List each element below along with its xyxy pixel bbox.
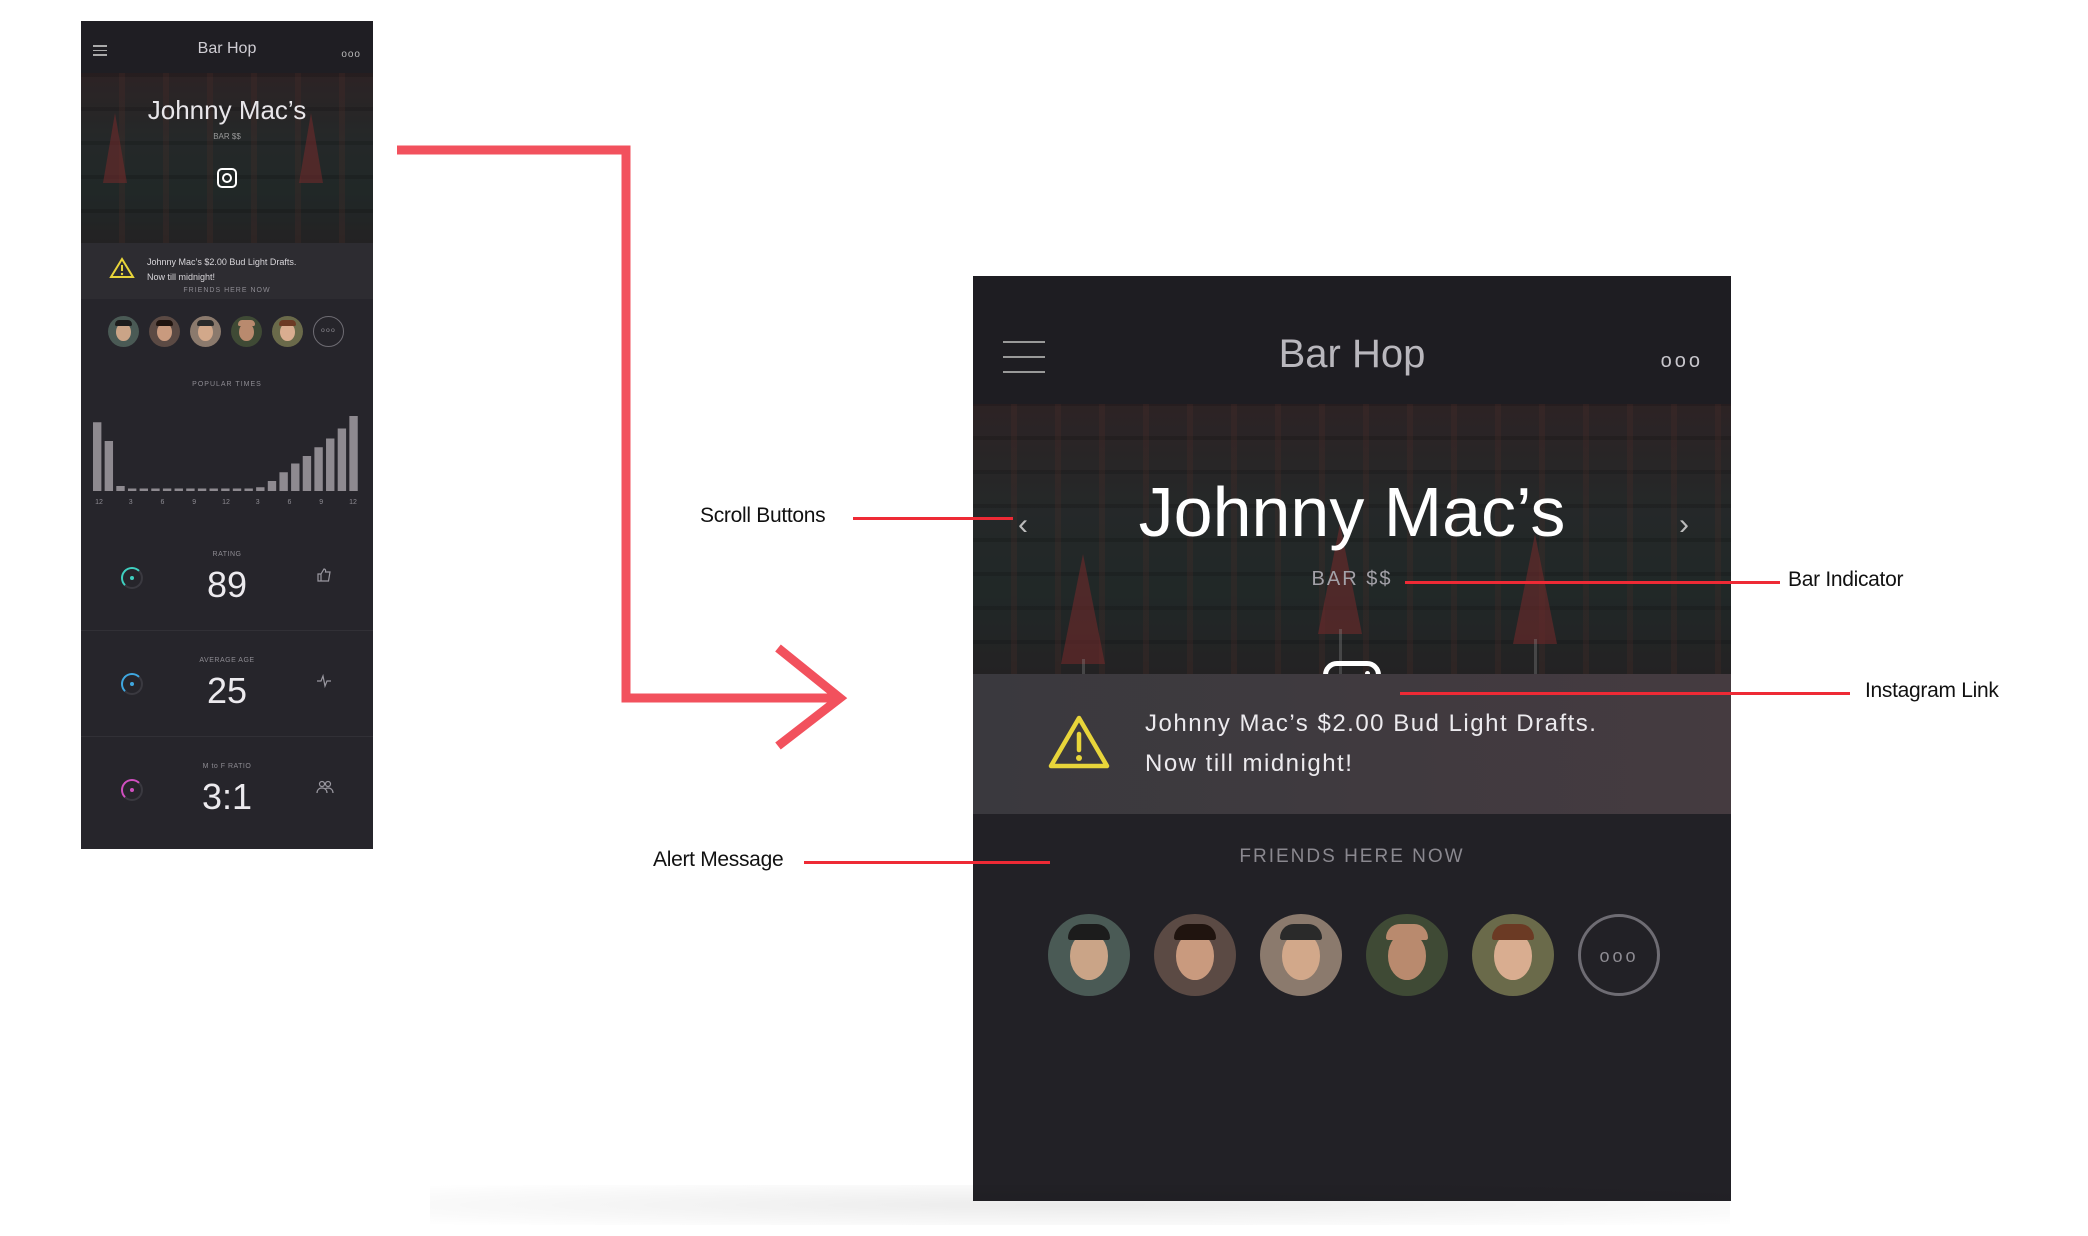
popular-times-tick-label: 9 (192, 499, 196, 506)
popular-times-tick-label: 6 (161, 499, 165, 506)
popular-times-tick-label: 12 (349, 499, 357, 506)
popular-times-bar (162, 488, 172, 491)
popular-times-tick-label: 3 (256, 499, 260, 506)
friends-title: FRIENDS HERE NOW (183, 287, 271, 294)
thumbs-up-icon[interactable] (316, 567, 332, 588)
app-header: Bar Hop ooo (973, 276, 1731, 404)
venue-name: Johnny Mac’s (1138, 473, 1566, 551)
annotation-bar-line (1405, 581, 1780, 584)
popular-times-bar (279, 472, 288, 491)
friend-avatar[interactable] (272, 316, 303, 347)
popular-times-bar (337, 428, 347, 491)
more-options-icon[interactable]: ooo (1661, 350, 1703, 373)
annotation-instagram-link: Instagram Link (1865, 679, 1999, 702)
friend-avatar[interactable] (1366, 914, 1448, 996)
venue-name: Johnny Mac’s (147, 95, 307, 125)
annotation-alert-message: Alert Message (653, 848, 784, 871)
venue-category: BAR $$ (1311, 568, 1393, 590)
small-phone-preview: Bar Hop ooo Johnny Mac’s BAR $$ Johnny M… (81, 21, 373, 849)
popular-times-tick-label: 9 (319, 499, 323, 506)
popular-times-bar (349, 416, 358, 491)
friend-avatar[interactable] (231, 316, 262, 347)
popular-times-bar (104, 441, 114, 491)
more-options-icon[interactable]: ooo (341, 49, 361, 60)
stat-row: AVERAGE AGE 25 (81, 637, 373, 737)
stat-label: AVERAGE AGE (199, 657, 255, 664)
popular-times-bar (127, 488, 137, 491)
warning-icon (1048, 715, 1110, 769)
annotation-scroll-line (853, 517, 1013, 520)
popular-times-tick-label: 12 (222, 499, 230, 506)
more-friends-button[interactable]: ooo (1578, 914, 1660, 996)
friend-avatar[interactable] (190, 316, 221, 347)
popular-times-bar (221, 488, 230, 491)
popular-times-bar (267, 481, 277, 491)
app-header: Bar Hop ooo (81, 21, 373, 73)
popular-times-bar (174, 488, 183, 491)
alert-line-1: Johnny Mac’s $2.00 Bud Light Drafts. (147, 257, 297, 267)
venue-category: BAR $$ (213, 132, 241, 141)
annotation-bar-indicator: Bar Indicator (1788, 568, 1904, 591)
popular-times-bar (291, 463, 300, 491)
popular-times-bar (93, 422, 102, 491)
annotation-scroll-buttons: Scroll Buttons (700, 504, 826, 527)
popular-times-bar (116, 486, 125, 491)
popular-times-chart: 12 3 6 9 12 3 6 9 12 (93, 416, 358, 506)
alert-line-2: Now till midnight! (1145, 750, 1354, 777)
stat-row: RATING 89 (81, 531, 373, 631)
phone-shadow (430, 1185, 1730, 1225)
popular-times-bar (197, 488, 207, 491)
alert-line-1: Johnny Mac’s $2.00 Bud Light Drafts. (1145, 710, 1598, 737)
friends-title: FRIENDS HERE NOW (1239, 846, 1465, 867)
activity-icon[interactable] (316, 673, 332, 694)
friend-avatar[interactable] (1154, 914, 1236, 996)
popular-times-tick-label: 12 (95, 499, 103, 506)
alert-line-2: Now till midnight! (147, 272, 216, 282)
users-icon[interactable] (316, 779, 334, 800)
annotation-instagram-line (1400, 692, 1850, 695)
friend-avatar[interactable] (1472, 914, 1554, 996)
app-logo: Bar Hop (1278, 332, 1426, 376)
friends-section: FRIENDS HERE NOW ooo (973, 814, 1731, 1201)
popular-times-bar (326, 438, 335, 491)
popular-times-bar (139, 488, 148, 491)
popular-times-bar (302, 456, 312, 491)
friend-avatar[interactable] (108, 316, 139, 347)
friend-avatar[interactable] (1260, 914, 1342, 996)
popular-times-bar (232, 488, 242, 491)
friend-avatar[interactable] (149, 316, 180, 347)
popular-times-title: POPULAR TIMES (192, 381, 262, 388)
popular-times-bar (186, 488, 195, 491)
popular-times-bar (314, 447, 323, 491)
stat-row: M to F RATIO 3:1 (81, 743, 373, 843)
instagram-icon[interactable] (217, 168, 237, 188)
friend-avatar[interactable] (1048, 914, 1130, 996)
app-logo: Bar Hop (197, 40, 257, 57)
stat-label: RATING (212, 551, 242, 558)
popular-times-bar (244, 488, 253, 491)
annotation-alert-line (804, 861, 1050, 864)
stat-label: M to F RATIO (202, 763, 252, 770)
popular-times-bar (151, 488, 160, 491)
popular-times-tick-label: 3 (129, 499, 133, 506)
more-friends-button[interactable]: ooo (313, 316, 344, 347)
popular-times-bar (256, 487, 265, 491)
popular-times-tick-label: 6 (288, 499, 292, 506)
popular-times-bar (209, 488, 218, 491)
large-phone-detail: Bar Hop ooo ‹ › Johnny Mac’s BAR $$ John… (973, 276, 1731, 1201)
warning-icon (109, 257, 135, 278)
alert-banner: Johnny Mac’s $2.00 Bud Light Drafts. Now… (973, 674, 1731, 814)
